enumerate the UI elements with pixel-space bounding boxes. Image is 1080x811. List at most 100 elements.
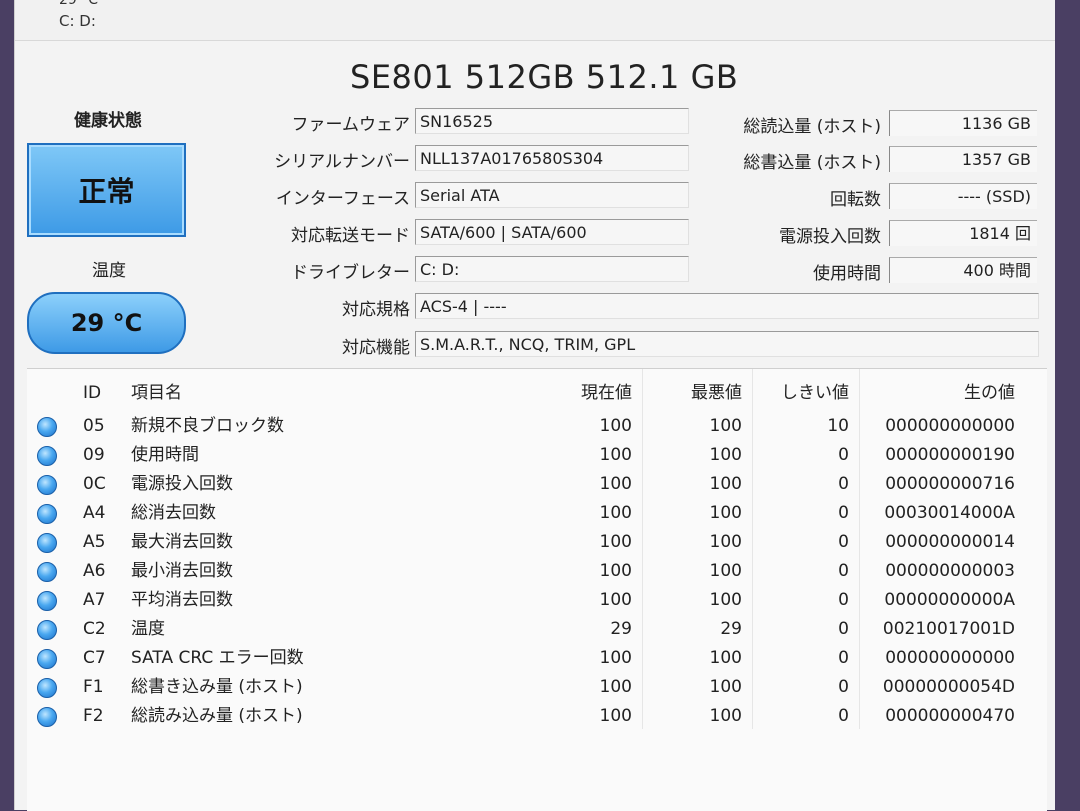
attr-id: F1 [83, 677, 104, 697]
attr-current: 29 [610, 619, 632, 639]
attr-name: 温度 [131, 619, 165, 639]
attr-threshold: 0 [838, 619, 849, 639]
attr-id: A5 [83, 532, 106, 552]
health-status-button[interactable]: 正常 [27, 143, 186, 237]
attr-name: 最大消去回数 [131, 532, 233, 552]
status-dot-icon [37, 707, 57, 727]
attr-raw: 00000000054D [882, 677, 1015, 697]
power-on-hours-field: 400 時間 [889, 257, 1037, 283]
attr-name: SATA CRC エラー回数 [131, 648, 304, 668]
attr-current: 100 [599, 416, 632, 436]
table-row[interactable]: F1 総書き込み量 (ホスト) 100 100 0 00000000054D [27, 673, 1047, 702]
table-row[interactable]: 05 新規不良ブロック数 100 100 10 000000000000 [27, 412, 1047, 441]
attr-threshold: 0 [838, 474, 849, 494]
attr-id: 0C [83, 474, 106, 494]
standard-label: 対応規格 [342, 300, 410, 320]
attr-id: F2 [83, 706, 104, 726]
transfer-mode-label: 対応転送モード [291, 226, 410, 246]
attr-name: 総読み込み量 (ホスト) [131, 706, 303, 726]
smart-attributes-table[interactable]: ID 項目名 現在値 最悪値 しきい値 生の値 05 新規不良ブロック数 100… [27, 368, 1047, 811]
status-dot-icon [37, 591, 57, 611]
drive-letter-label: ドライブレター [291, 263, 410, 283]
power-on-count-label: 電源投入回数 [779, 227, 881, 247]
host-writes-label: 総書込量 (ホスト) [743, 153, 881, 173]
table-row[interactable]: A7 平均消去回数 100 100 0 00000000000A [27, 586, 1047, 615]
drive-tab-strip: 29 °C C: D: [15, 0, 1055, 41]
attr-current: 100 [599, 590, 632, 610]
table-row[interactable]: C2 温度 29 29 0 00210017001D [27, 615, 1047, 644]
attr-raw: 000000000470 [885, 706, 1015, 726]
column-header-threshold[interactable]: しきい値 [767, 379, 849, 408]
temperature-label: 温度 [92, 261, 126, 281]
attr-name: 使用時間 [131, 445, 199, 465]
attr-current: 100 [599, 648, 632, 668]
attr-name: 電源投入回数 [131, 474, 233, 494]
attr-threshold: 0 [838, 561, 849, 581]
column-header-worst[interactable]: 最悪値 [657, 379, 742, 408]
attr-raw: 00000000000A [884, 590, 1015, 610]
attr-id: C7 [83, 648, 106, 668]
drive-tab-letters[interactable]: C: D: [59, 12, 96, 30]
attr-raw: 000000000003 [885, 561, 1015, 581]
table-row[interactable]: A4 総消去回数 100 100 0 00030014000A [27, 499, 1047, 528]
attr-id: A4 [83, 503, 106, 523]
firmware-label: ファームウェア [291, 115, 411, 135]
table-row[interactable]: 09 使用時間 100 100 0 000000000190 [27, 441, 1047, 470]
attr-raw: 000000000716 [885, 474, 1015, 494]
column-header-current[interactable]: 現在値 [547, 379, 632, 408]
attr-worst: 100 [709, 532, 742, 552]
attr-worst: 100 [709, 677, 742, 697]
column-header-id[interactable]: ID [83, 379, 123, 408]
attr-worst: 100 [709, 474, 742, 494]
attr-threshold: 0 [838, 677, 849, 697]
status-dot-icon [37, 620, 57, 640]
attr-id: 09 [83, 445, 105, 465]
status-dot-icon [37, 446, 57, 466]
attr-worst: 100 [709, 590, 742, 610]
table-row[interactable]: C7 SATA CRC エラー回数 100 100 0 000000000000 [27, 644, 1047, 673]
attr-name: 総消去回数 [131, 503, 216, 523]
column-header-name[interactable]: 項目名 [131, 379, 491, 408]
drive-tab-temperature[interactable]: 29 °C [59, 0, 98, 8]
attr-name: 平均消去回数 [131, 590, 233, 610]
table-row[interactable]: A6 最小消去回数 100 100 0 000000000003 [27, 557, 1047, 586]
attr-raw: 000000000000 [885, 416, 1015, 436]
features-field: S.M.A.R.T., NCQ, TRIM, GPL [415, 331, 1039, 357]
standard-field: ACS-4 | ---- [415, 293, 1039, 319]
status-dot-icon [37, 475, 57, 495]
temperature-indicator[interactable]: 29 °C [27, 292, 186, 354]
attr-worst: 29 [720, 619, 742, 639]
crystaldiskinfo-window: 29 °C C: D: SE801 512GB 512.1 GB 健康状態 正常… [14, 0, 1055, 811]
serial-label: シリアルナンバー [274, 152, 410, 172]
status-dot-icon [37, 649, 57, 669]
attr-worst: 100 [709, 706, 742, 726]
attr-raw: 000000000000 [885, 648, 1015, 668]
attr-threshold: 0 [838, 503, 849, 523]
transfer-mode-field: SATA/600 | SATA/600 [415, 219, 689, 245]
status-dot-icon [37, 562, 57, 582]
attr-worst: 100 [709, 445, 742, 465]
table-row[interactable]: 0C 電源投入回数 100 100 0 000000000716 [27, 470, 1047, 499]
rotation-rate-label: 回転数 [830, 190, 881, 210]
attr-raw: 000000000190 [885, 445, 1015, 465]
table-row[interactable]: F2 総読み込み量 (ホスト) 100 100 0 000000000470 [27, 702, 1047, 731]
attr-worst: 100 [709, 648, 742, 668]
attr-current: 100 [599, 474, 632, 494]
smart-table-header: ID 項目名 現在値 最悪値 しきい値 生の値 [27, 379, 1047, 408]
attr-worst: 100 [709, 561, 742, 581]
attr-id: 05 [83, 416, 105, 436]
attr-threshold: 0 [838, 590, 849, 610]
attr-id: C2 [83, 619, 106, 639]
host-reads-label: 総読込量 (ホスト) [743, 117, 881, 137]
attr-threshold: 10 [827, 416, 849, 436]
drive-letter-field: C: D: [415, 256, 689, 282]
attr-current: 100 [599, 532, 632, 552]
attr-current: 100 [599, 561, 632, 581]
attr-threshold: 0 [838, 706, 849, 726]
attr-threshold: 0 [838, 532, 849, 552]
power-on-hours-label: 使用時間 [813, 264, 881, 284]
table-row[interactable]: A5 最大消去回数 100 100 0 000000000014 [27, 528, 1047, 557]
attr-raw: 00030014000A [884, 503, 1015, 523]
column-header-raw[interactable]: 生の値 [865, 379, 1015, 408]
attr-name: 新規不良ブロック数 [131, 416, 284, 436]
